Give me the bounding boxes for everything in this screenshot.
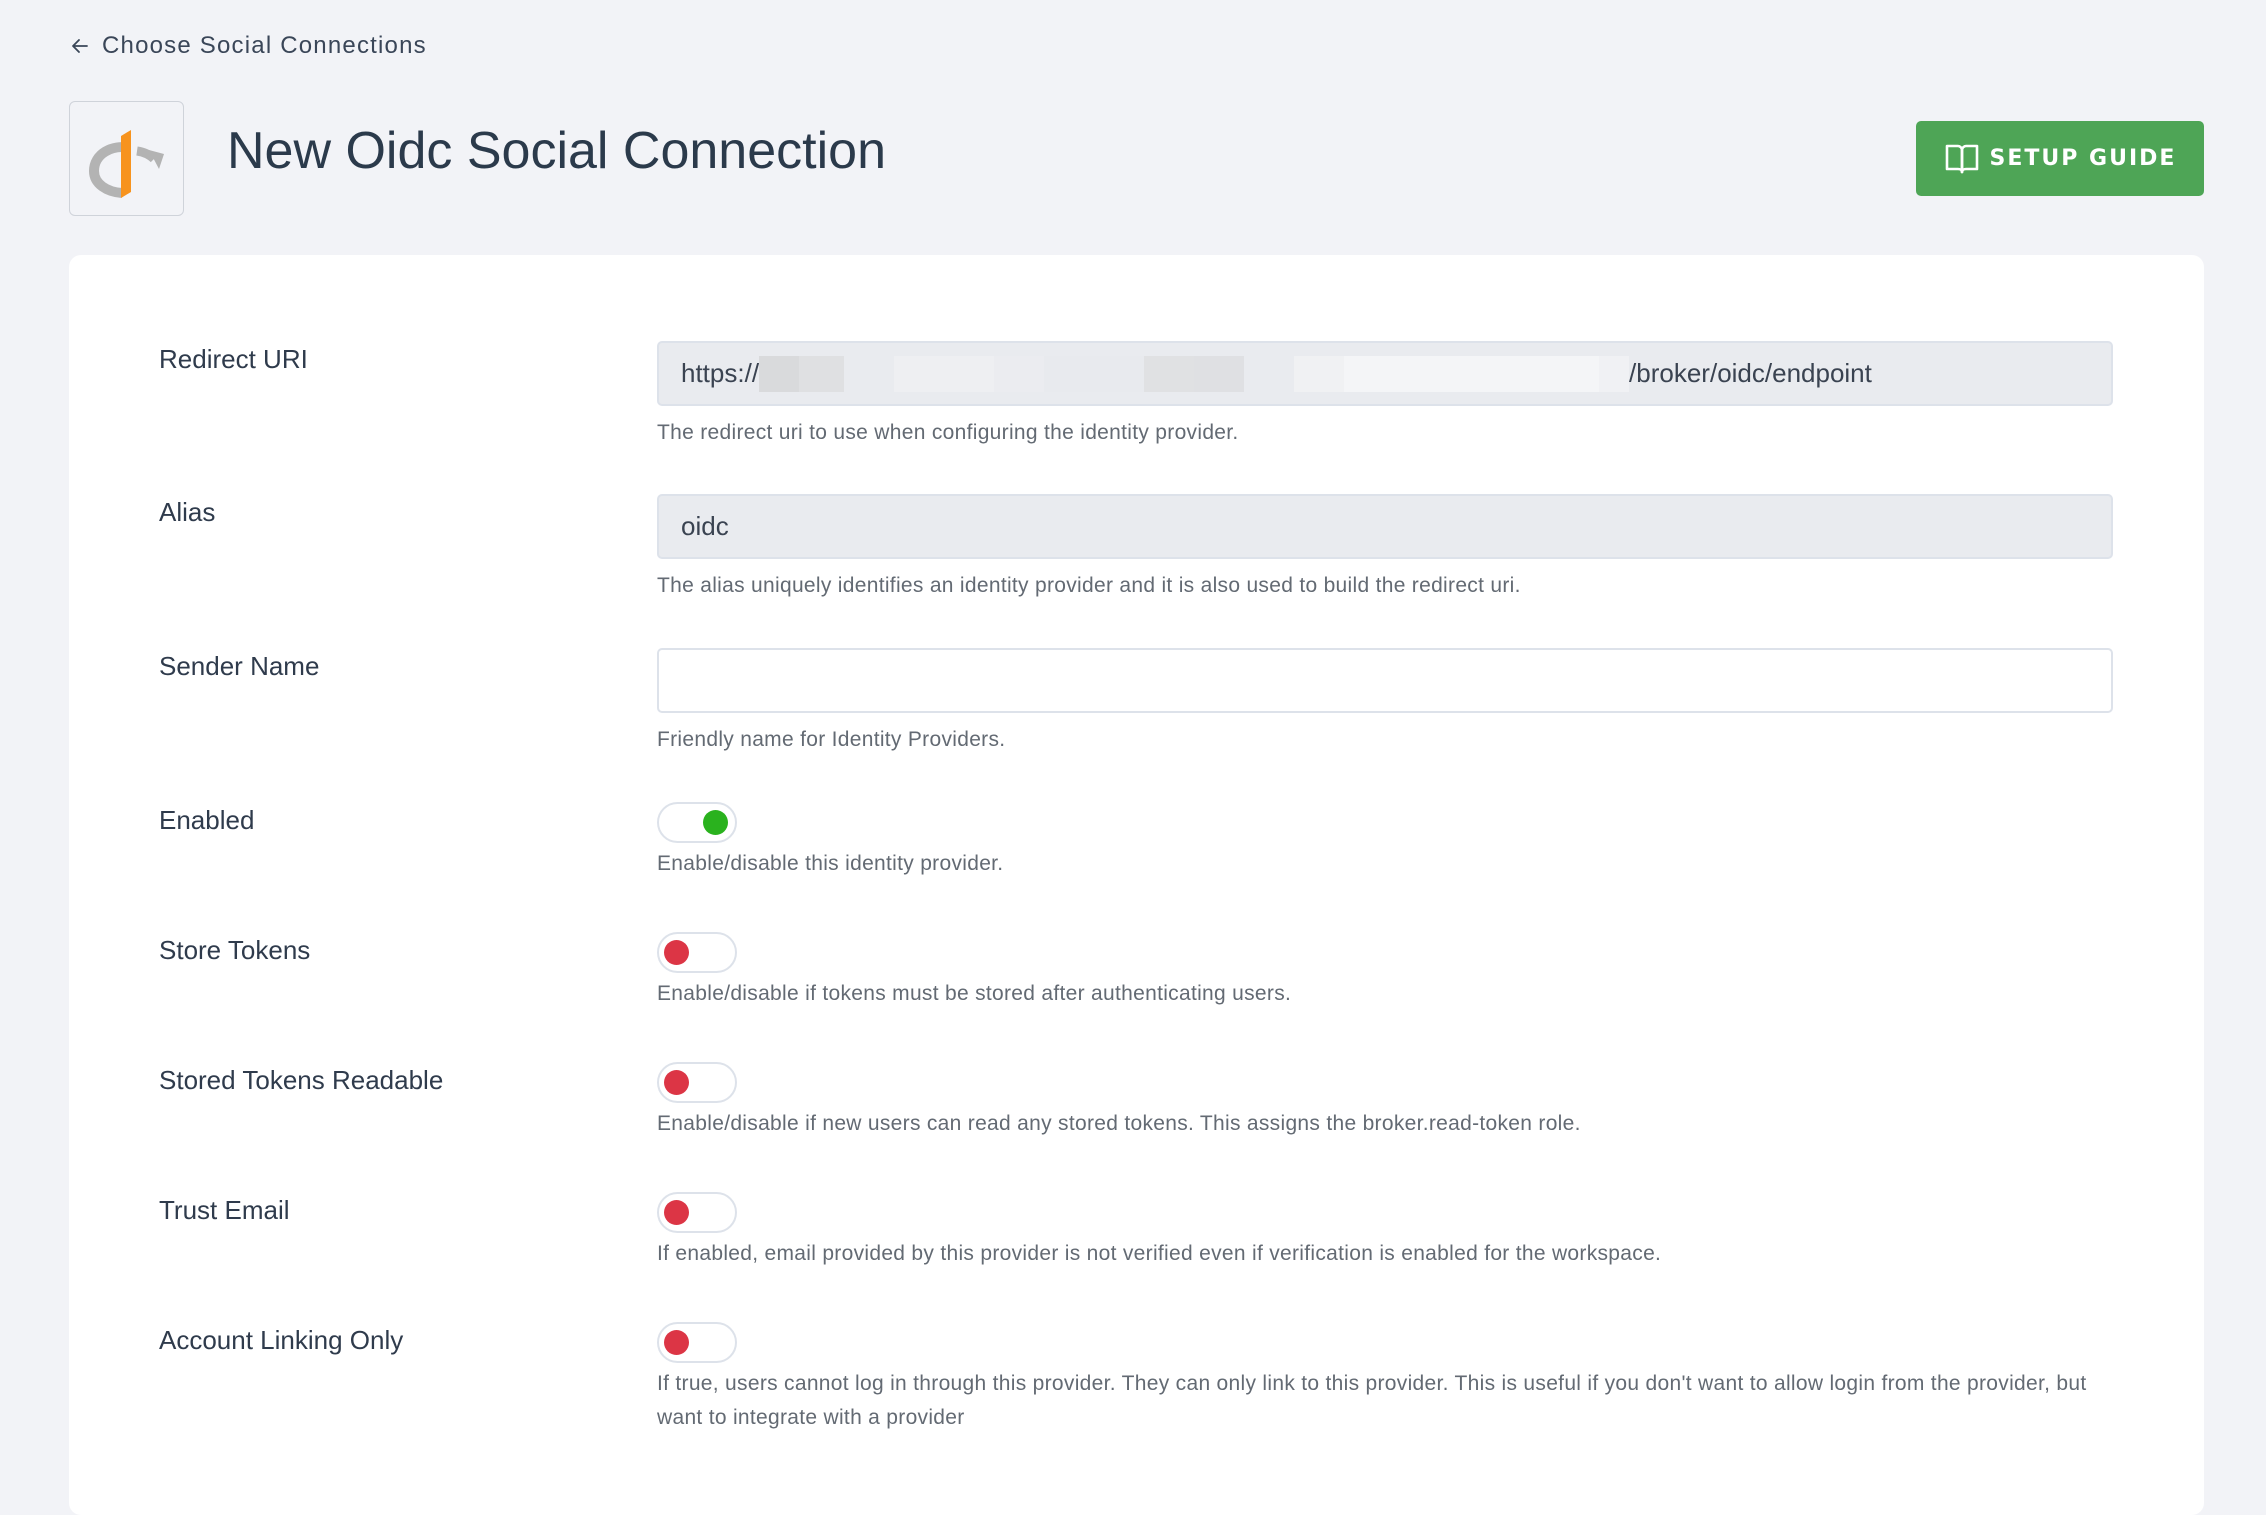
- redirect-uri-prefix: https://: [681, 358, 760, 388]
- stored-tokens-readable-label: Stored Tokens Readable: [159, 1065, 444, 1095]
- toggle-knob: [664, 1330, 689, 1355]
- book-open-icon: [1945, 144, 1978, 173]
- redirect-uri-label: Redirect URI: [159, 344, 308, 374]
- account-linking-only-toggle[interactable]: [657, 1322, 737, 1363]
- setup-guide-label: SETUP GUIDE: [1989, 146, 2177, 171]
- redirect-uri-helper: The redirect uri to use when configuring…: [657, 421, 1239, 444]
- alias-label: Alias: [159, 497, 216, 527]
- sender-name-input[interactable]: [657, 648, 2113, 713]
- toggle-knob: [703, 810, 728, 835]
- openid-logo-icon: [88, 129, 164, 198]
- toggle-knob: [664, 940, 689, 965]
- account-linking-only-label: Account Linking Only: [159, 1325, 404, 1355]
- connection-form-card: Redirect URI https:// /broker/oidc/endpo…: [69, 255, 2204, 1515]
- redacted-url-segment: [759, 355, 1630, 392]
- trust-email-label: Trust Email: [159, 1195, 290, 1225]
- enabled-label: Enabled: [159, 805, 255, 835]
- toggle-knob: [664, 1200, 689, 1225]
- toggle-knob: [664, 1070, 689, 1095]
- sender-name-label: Sender Name: [159, 651, 320, 681]
- store-tokens-toggle[interactable]: [657, 932, 737, 973]
- enabled-toggle[interactable]: [657, 802, 737, 843]
- sender-name-helper: Friendly name for Identity Providers.: [657, 728, 1006, 751]
- breadcrumb-label: Choose Social Connections: [102, 32, 427, 59]
- setup-guide-button[interactable]: SETUP GUIDE: [1916, 121, 2204, 196]
- arrow-left-icon: [72, 39, 88, 53]
- page-title: New Oidc Social Connection: [227, 122, 886, 180]
- trust-email-helper: If enabled, email provided by this provi…: [657, 1242, 1662, 1265]
- enabled-helper: Enable/disable this identity provider.: [657, 852, 1004, 875]
- alias-input[interactable]: oidc: [657, 494, 2113, 559]
- alias-helper: The alias uniquely identifies an identit…: [657, 574, 1521, 597]
- alias-value: oidc: [681, 511, 729, 541]
- store-tokens-helper: Enable/disable if tokens must be stored …: [657, 982, 1292, 1005]
- redirect-uri-input[interactable]: https:// /broker/oidc/endpoint: [657, 341, 2113, 406]
- stored-tokens-readable-helper: Enable/disable if new users can read any…: [657, 1112, 1581, 1135]
- store-tokens-label: Store Tokens: [159, 935, 311, 965]
- stored-tokens-readable-toggle[interactable]: [657, 1062, 737, 1103]
- account-linking-only-helper: If true, users cannot log in through thi…: [657, 1372, 2087, 1429]
- provider-logo: [69, 101, 184, 216]
- redirect-uri-suffix: /broker/oidc/endpoint: [1629, 358, 1872, 388]
- trust-email-toggle[interactable]: [657, 1192, 737, 1233]
- breadcrumb-back-link[interactable]: Choose Social Connections: [70, 30, 427, 62]
